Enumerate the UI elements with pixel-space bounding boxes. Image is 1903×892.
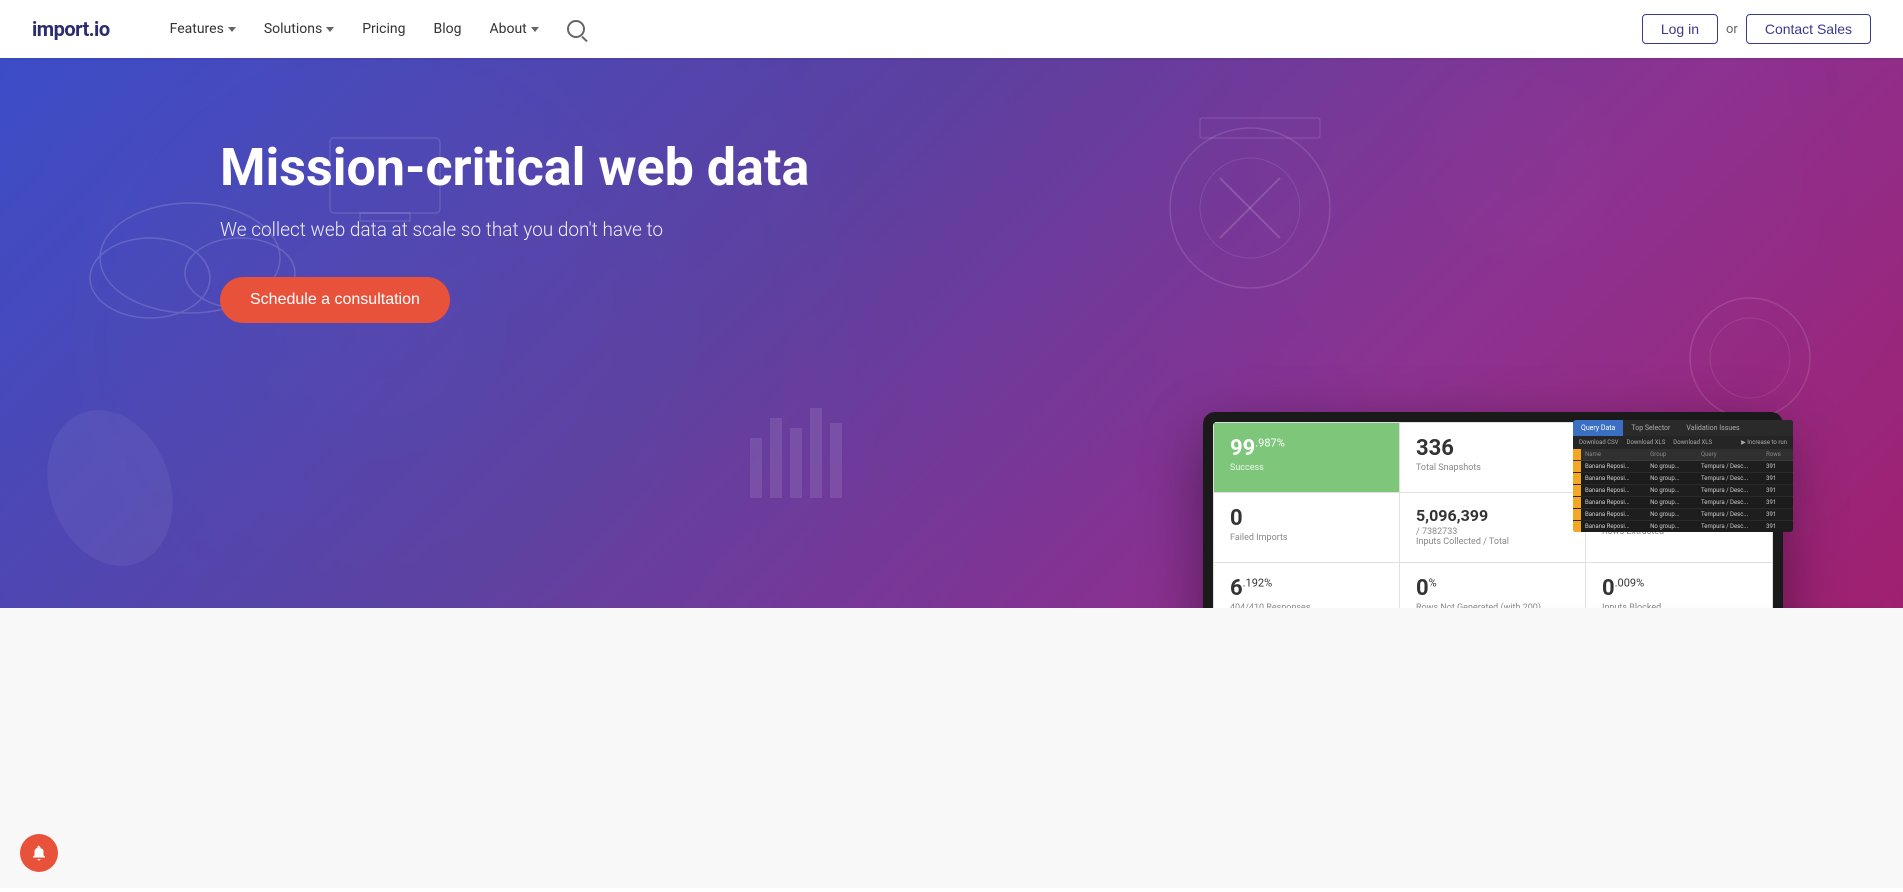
query-table-body: Banana Reposi... No group... Tempura / D… bbox=[1573, 461, 1793, 532]
dashboard-mockup: 99.987% Success 336 Total Snapshots 221/… bbox=[1203, 412, 1823, 608]
chevron-down-icon bbox=[228, 27, 236, 32]
stat-inputs-collected: 5,096,399 / 7382733Inputs Collected / To… bbox=[1400, 493, 1586, 563]
header-actions: Log in or Contact Sales bbox=[1642, 14, 1871, 44]
below-hero-spacer bbox=[0, 608, 1903, 888]
stat-success: 99.987% Success bbox=[1214, 423, 1400, 493]
query-tab-selector[interactable]: Top Selector bbox=[1623, 420, 1678, 436]
stat-failed-imports: 0 Failed Imports bbox=[1214, 493, 1400, 563]
nav-about[interactable]: About bbox=[477, 13, 550, 45]
table-row: Banana Reposi... No group... Tempura / D… bbox=[1573, 497, 1793, 509]
header: import.io Features Solutions Pricing Blo… bbox=[0, 0, 1903, 58]
schedule-consultation-button[interactable]: Schedule a consultation bbox=[220, 277, 450, 323]
search-icon[interactable] bbox=[567, 20, 585, 38]
contact-sales-button[interactable]: Contact Sales bbox=[1746, 14, 1871, 44]
stat-total-snapshots: 336 Total Snapshots bbox=[1400, 423, 1586, 493]
query-tab-active[interactable]: Query Data bbox=[1573, 420, 1623, 436]
table-row: Banana Reposi... No group... Tempura / D… bbox=[1573, 473, 1793, 485]
nav-search[interactable] bbox=[555, 12, 597, 46]
stat-inputs-blocked: 0.009% Inputs Blocked bbox=[1586, 563, 1772, 608]
nav-pricing[interactable]: Pricing bbox=[350, 13, 417, 45]
download-row: Download CSVDownload XLSDownload XLS ▶ I… bbox=[1573, 436, 1793, 449]
hero-title: Mission-critical web data bbox=[220, 138, 809, 198]
chevron-down-icon bbox=[326, 27, 334, 32]
hero-subtitle: We collect web data at scale so that you… bbox=[220, 218, 809, 241]
hero-content: Mission-critical web data We collect web… bbox=[220, 138, 809, 323]
nav-blog[interactable]: Blog bbox=[422, 13, 474, 45]
bell-icon bbox=[30, 844, 48, 862]
chevron-down-icon bbox=[531, 27, 539, 32]
nav-solutions[interactable]: Solutions bbox=[252, 13, 346, 45]
table-row: Banana Reposi... No group... Tempura / D… bbox=[1573, 521, 1793, 532]
nav-features[interactable]: Features bbox=[158, 13, 248, 45]
table-row: Banana Reposi... No group... Tempura / D… bbox=[1573, 485, 1793, 497]
main-nav: Features Solutions Pricing Blog About bbox=[158, 12, 1642, 46]
query-table-header: Name Group Query Rows bbox=[1573, 449, 1793, 461]
table-row: Banana Reposi... No group... Tempura / D… bbox=[1573, 461, 1793, 473]
notification-bell[interactable] bbox=[20, 834, 58, 872]
logo[interactable]: import.io bbox=[32, 17, 110, 41]
laptop-mockup: 99.987% Success 336 Total Snapshots 221/… bbox=[1203, 412, 1783, 608]
query-panel: Query Data Top Selector Validation Issue… bbox=[1573, 420, 1793, 532]
table-row: Banana Reposi... No group... Tempura / D… bbox=[1573, 509, 1793, 521]
stat-404-responses: 6.192% 404/410 Responses bbox=[1214, 563, 1400, 608]
login-button[interactable]: Log in bbox=[1642, 14, 1718, 44]
stat-rows-not-generated: 0% Rows Not Generated (with 200) bbox=[1400, 563, 1586, 608]
hero-section: Mission-critical web data We collect web… bbox=[0, 58, 1903, 608]
query-panel-tabs: Query Data Top Selector Validation Issue… bbox=[1573, 420, 1793, 436]
or-separator: or bbox=[1726, 22, 1738, 37]
query-tab-validation[interactable]: Validation Issues bbox=[1678, 420, 1747, 436]
